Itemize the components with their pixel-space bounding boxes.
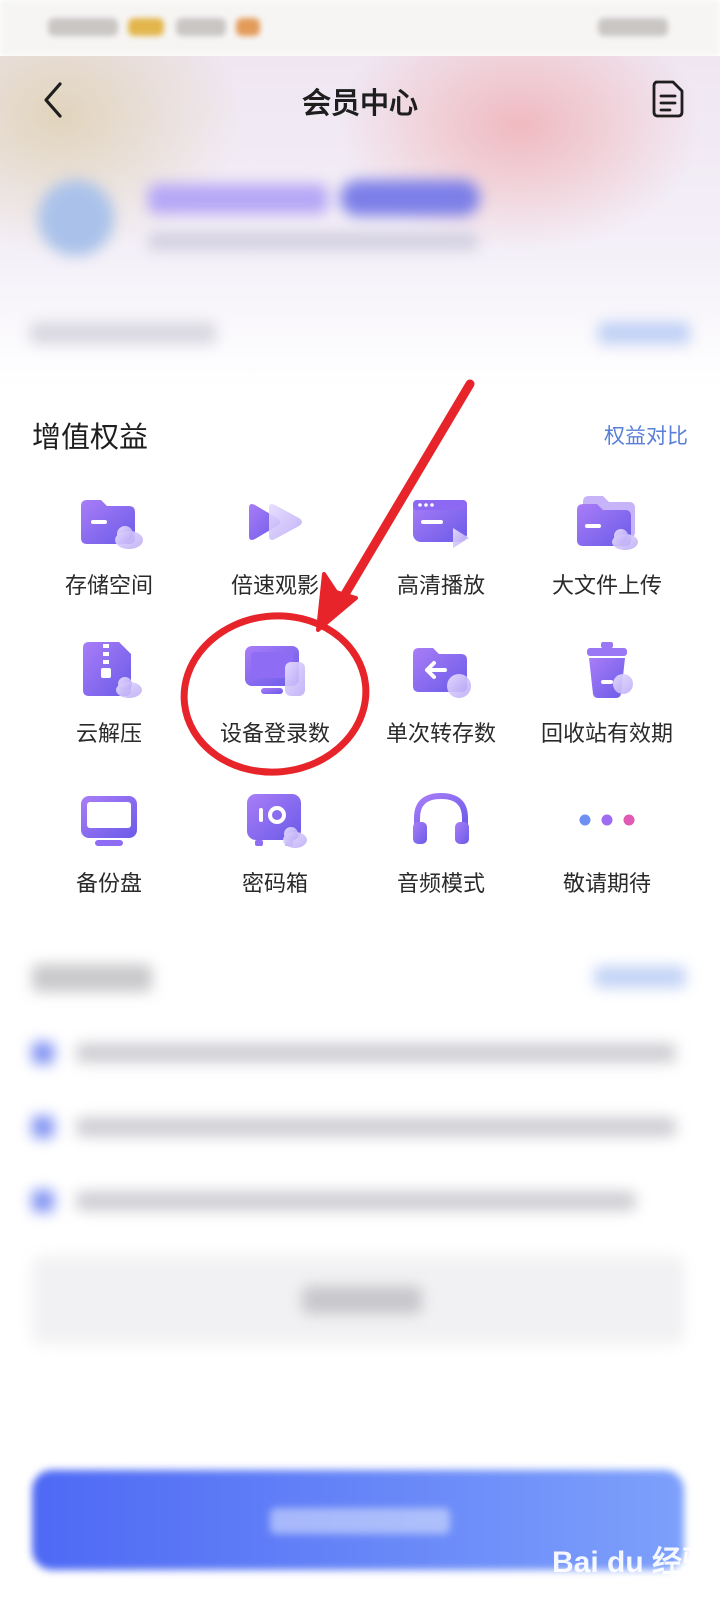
document-button[interactable] — [648, 76, 688, 120]
baidu-jingyan-watermark: Bai du 经验 jingyan.baidu.com — [552, 1527, 712, 1590]
document-icon — [652, 80, 684, 118]
benefit-single-transfer-count[interactable]: 单次转存数 — [357, 626, 525, 766]
user-info-card — [0, 160, 720, 360]
benefit-cloud-unzip[interactable]: 云解压 — [25, 626, 193, 766]
password-box-icon — [247, 794, 307, 848]
fast-forward-icon — [249, 504, 302, 540]
hd-play-icon — [413, 500, 469, 548]
user-name — [148, 184, 328, 214]
help-more-link[interactable] — [594, 966, 686, 988]
benefit-speed-playback[interactable]: 倍速观影 — [191, 478, 359, 618]
question-icon — [32, 1190, 54, 1212]
headphones-icon — [413, 792, 469, 844]
help-center-section — [0, 940, 720, 1370]
benefit-hd-playback[interactable]: 高清播放 — [357, 478, 525, 618]
benefit-coming-soon: 敬请期待 — [523, 776, 691, 916]
top-bar: 会员中心 — [0, 56, 720, 142]
benefit-audio-mode[interactable]: 音频模式 — [357, 776, 525, 916]
vip-badge — [340, 180, 480, 216]
benefit-backup-disk[interactable]: 备份盘 — [25, 776, 193, 916]
folder-cloud-icon — [81, 500, 143, 549]
backup-disk-icon — [81, 796, 137, 846]
faq-item[interactable] — [32, 1186, 682, 1216]
benefit-label: 大文件上传 — [551, 574, 662, 599]
benefit-storage-space[interactable]: 存储空间 — [25, 478, 193, 618]
question-icon — [32, 1042, 54, 1064]
page-title: 会员中心 — [301, 86, 418, 120]
benefit-label: 倍速观影 — [230, 574, 319, 599]
avatar — [38, 180, 114, 256]
benefit-label: 高清播放 — [396, 574, 485, 599]
large-file-upload-icon — [577, 496, 638, 550]
benefit-label: 云解压 — [75, 722, 142, 747]
benefit-large-file-upload[interactable]: 大文件上传 — [523, 478, 691, 618]
cloud-unzip-icon — [83, 642, 142, 698]
online-support-button[interactable] — [32, 1256, 684, 1344]
benefits-compare-link[interactable]: 权益对比 — [604, 420, 688, 450]
section-title-benefits: 增值权益 — [32, 420, 149, 454]
benefit-label: 密码箱 — [241, 872, 308, 897]
transfer-folder-icon — [413, 648, 471, 698]
benefit-password-box[interactable]: 密码箱 — [191, 776, 359, 916]
benefit-recycle-bin-validity[interactable]: 回收站有效期 — [523, 626, 691, 766]
benefit-label: 设备登录数 — [219, 722, 330, 747]
renew-link[interactable] — [598, 322, 690, 344]
membership-description — [148, 232, 478, 250]
benefit-label: 存储空间 — [64, 574, 153, 599]
watermark-site: jingyan.baidu.com — [580, 1575, 685, 1590]
benefit-label: 回收站有效期 — [540, 722, 673, 747]
more-dots-icon — [579, 814, 635, 826]
help-title — [32, 964, 152, 992]
recycle-bin-icon — [587, 642, 633, 698]
status-bar — [0, 0, 720, 56]
benefit-label: 单次转存数 — [385, 722, 496, 747]
benefit-label: 音频模式 — [396, 872, 485, 897]
question-icon — [32, 1116, 54, 1138]
benefit-label: 备份盘 — [75, 872, 142, 897]
membership-expiry — [30, 322, 216, 344]
benefit-device-login-count[interactable]: 设备登录数 — [191, 626, 359, 766]
faq-item[interactable] — [32, 1038, 682, 1068]
faq-item[interactable] — [32, 1112, 682, 1142]
benefit-label: 敬请期待 — [562, 872, 651, 897]
device-monitor-icon — [245, 646, 305, 696]
